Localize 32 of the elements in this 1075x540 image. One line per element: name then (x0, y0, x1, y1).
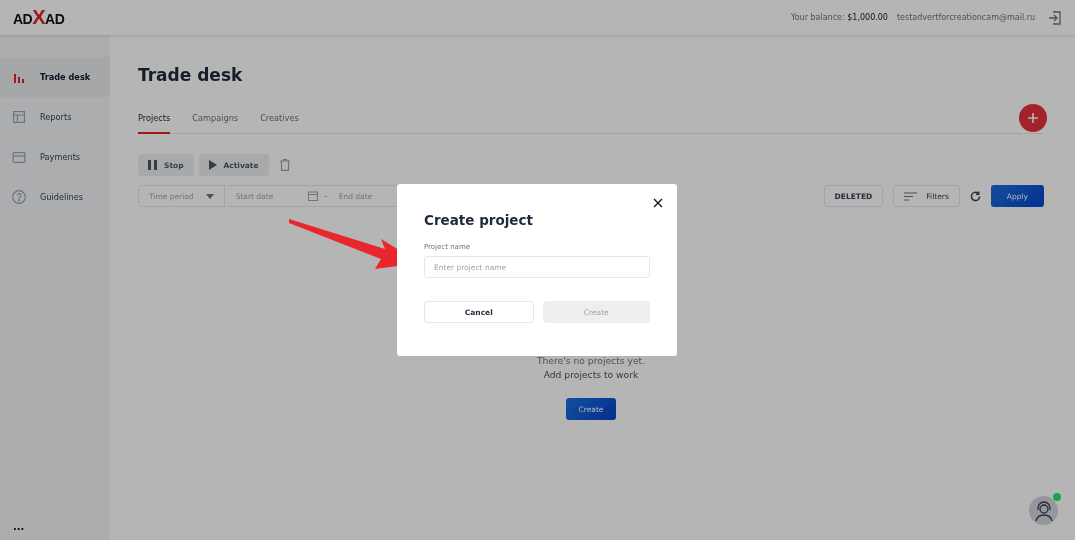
sidebar-item[interactable]: Payments (0, 137, 110, 177)
help-icon (12, 190, 26, 204)
card-icon (12, 151, 26, 163)
bar-chart-icon (12, 71, 26, 83)
plus-icon (1027, 112, 1039, 124)
close-icon[interactable] (653, 198, 663, 208)
logout-icon[interactable] (1048, 10, 1062, 25)
support-avatar[interactable] (1029, 496, 1058, 525)
sidebar-item[interactable]: Reports (0, 97, 110, 137)
tab[interactable]: Creatives (260, 103, 299, 134)
balance-text: Your balance: $1,000.00 (790, 13, 888, 22)
calendar-icon[interactable] (307, 191, 318, 201)
sidebar-item[interactable]: Guidelines (0, 177, 110, 217)
tab[interactable]: Projects (138, 103, 171, 134)
user-email: testadvertforcreationcam@mail.ru (896, 13, 1035, 22)
dialog-title: Create project (424, 212, 534, 228)
more-menu[interactable]: ... (0, 521, 110, 540)
trash-icon[interactable] (279, 159, 290, 171)
date-separator: – (323, 191, 328, 201)
sidebar-item[interactable]: Trade desk (0, 57, 110, 97)
add-button[interactable] (1019, 104, 1047, 132)
empty-hint: Add projects to work (543, 369, 639, 380)
logo[interactable]: ADXAD (13, 6, 65, 29)
tab[interactable]: Campaigns (192, 103, 239, 134)
table-icon (12, 111, 26, 123)
refresh-icon[interactable] (969, 190, 981, 202)
play-icon (208, 160, 217, 170)
empty-message: There's no projects yet. (536, 355, 646, 366)
pause-icon (148, 160, 157, 170)
page-title: Trade desk (138, 65, 244, 85)
filter-icon (904, 191, 918, 201)
caret-icon (205, 193, 214, 199)
